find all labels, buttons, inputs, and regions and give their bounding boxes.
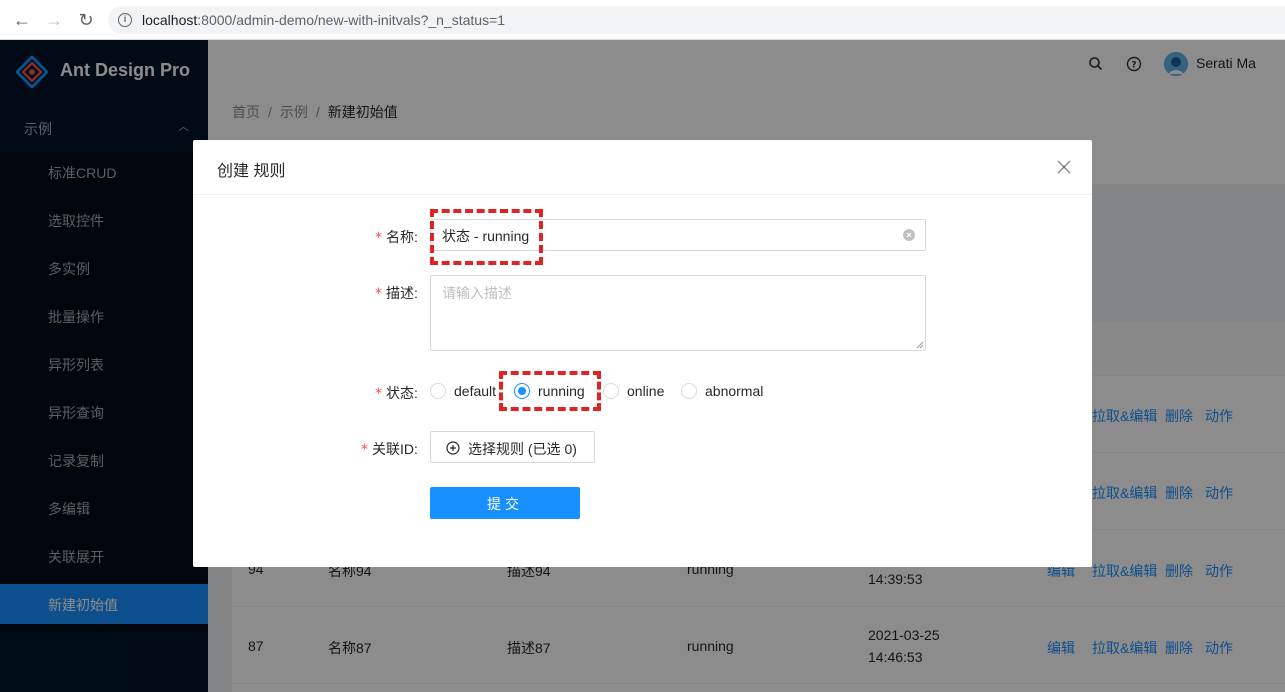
info-icon[interactable]: i: [118, 13, 132, 27]
status-label-text: 状态: [386, 385, 414, 401]
description-placeholder: 请输入描述: [442, 285, 512, 301]
radio-circle: [430, 383, 446, 399]
close-icon[interactable]: [1054, 157, 1074, 177]
status-label: * 状态:: [375, 383, 418, 403]
label-colon: :: [414, 285, 418, 301]
highlight-annotation-running: [499, 371, 601, 411]
name-label: * 名称:: [375, 227, 418, 247]
radio-label: online: [627, 383, 665, 399]
modal-title: 创建 规则: [217, 163, 286, 180]
desc-label: * 描述:: [375, 283, 418, 303]
submit-button[interactable]: 提交: [430, 487, 580, 519]
radio-label: abnormal: [705, 383, 764, 399]
required-mark: *: [375, 286, 382, 302]
highlight-annotation-name: [430, 209, 543, 265]
modal-header: 创建 规则: [193, 140, 1092, 195]
required-mark: *: [375, 230, 382, 246]
desc-label-text: 描述: [386, 285, 414, 301]
related-id-label-text: 关联ID: [372, 441, 414, 457]
plus-circle-icon: [446, 441, 460, 455]
required-mark: *: [375, 386, 382, 402]
radio-abnormal[interactable]: abnormal: [681, 381, 771, 401]
clear-icon[interactable]: [903, 229, 915, 241]
label-colon: :: [414, 441, 418, 457]
radio-label: default: [454, 383, 497, 399]
reload-icon[interactable]: ↻: [76, 10, 96, 30]
radio-online[interactable]: online: [603, 381, 673, 401]
name-label-text: 名称: [386, 229, 414, 245]
radio-circle: [603, 383, 619, 399]
create-rule-modal: 创建 规则 * 名称: 状态 - running * 描述: 请输入描述 * 状态: …: [193, 140, 1092, 567]
description-textarea[interactable]: 请输入描述: [430, 275, 926, 351]
resize-grip-icon[interactable]: [916, 341, 924, 349]
url-text: localhost:8000/admin-demo/new-with-initv…: [142, 12, 506, 28]
label-colon: :: [414, 229, 418, 245]
submit-label: 提交: [487, 496, 523, 512]
required-mark: *: [361, 442, 368, 458]
address-bar[interactable]: i localhost:8000/admin-demo/new-with-ini…: [108, 6, 1285, 34]
related-id-label: * 关联ID:: [361, 439, 418, 459]
forward-arrow-icon[interactable]: →: [44, 10, 64, 30]
radio-default[interactable]: default: [430, 381, 500, 401]
select-rule-label: 选择规则 (已选 0): [468, 441, 577, 457]
back-arrow-icon[interactable]: ←: [12, 10, 32, 30]
radio-circle: [681, 383, 697, 399]
select-rule-button[interactable]: 选择规则 (已选 0): [430, 431, 595, 463]
label-colon: :: [414, 385, 418, 401]
browser-toolbar: ← → ↻ i localhost:8000/admin-demo/new-wi…: [0, 0, 1285, 40]
